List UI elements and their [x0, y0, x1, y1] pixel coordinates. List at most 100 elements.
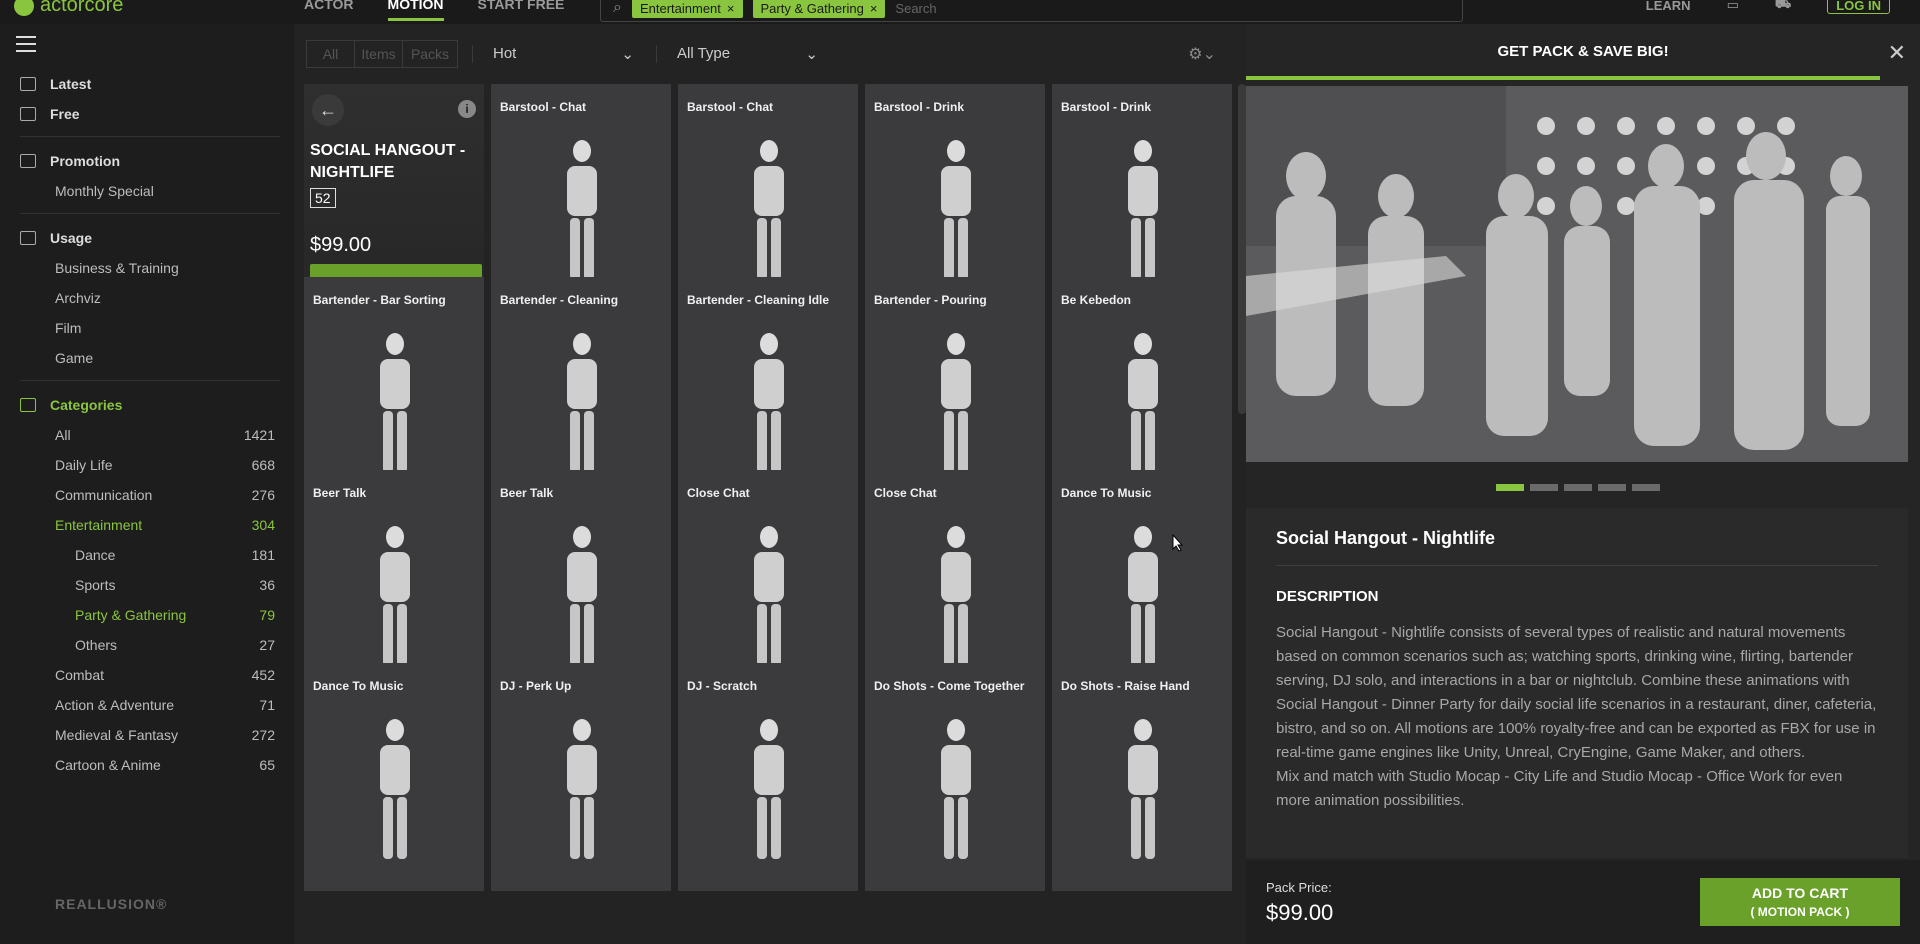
pack-price: $99.00 — [310, 234, 372, 256]
info-icon[interactable]: i — [458, 100, 476, 118]
motion-tile-name: Dance To Music — [1061, 486, 1152, 500]
category-cartoon[interactable]: Cartoon & Anime 65 — [55, 757, 275, 773]
sidebar-item-archviz[interactable]: Archviz — [55, 290, 275, 306]
category-label: Cartoon & Anime — [55, 757, 161, 773]
category-medieval[interactable]: Medieval & Fantasy 272 — [55, 727, 275, 743]
motion-tile-name: Bartender - Pouring — [874, 293, 987, 307]
category-combat[interactable]: Combat 452 — [55, 667, 275, 683]
category-party-gathering[interactable]: Party & Gathering 79 — [75, 607, 275, 623]
motion-tile-name: Do Shots - Come Together — [874, 679, 1025, 693]
carousel-dot[interactable] — [1564, 484, 1592, 491]
cart-icon[interactable]: ⛟ — [1775, 0, 1791, 14]
nav-learn[interactable]: LEARN — [1646, 0, 1691, 13]
chevron-down-icon: ⌄ — [805, 46, 818, 63]
back-arrow-icon[interactable]: ← — [312, 94, 344, 126]
divider — [20, 380, 280, 381]
category-label: Medieval & Fantasy — [55, 727, 178, 743]
motion-tile-name: Beer Talk — [500, 486, 554, 500]
carousel-dot[interactable] — [1496, 484, 1524, 491]
sidebar-item-monthly-special[interactable]: Monthly Special — [55, 183, 275, 199]
seg-packs[interactable]: Packs — [403, 41, 457, 67]
sidebar-item-label: Categories — [50, 397, 123, 413]
preview-image[interactable] — [1246, 86, 1908, 462]
sort-select[interactable]: Hot ⌄ — [472, 45, 642, 63]
sidebar-item-categories[interactable]: Categories — [20, 397, 122, 413]
motion-tile-name: Bartender - Cleaning Idle — [687, 293, 830, 307]
motion-tile[interactable]: DJ - Perk Up — [491, 663, 671, 891]
sidebar-item-latest[interactable]: Latest — [20, 76, 91, 92]
scrollbar[interactable] — [1238, 84, 1246, 414]
mannequin-figure — [744, 526, 794, 676]
sidebar-item-business[interactable]: Business & Training — [55, 260, 275, 276]
category-count: 71 — [259, 697, 275, 713]
close-icon[interactable]: ✕ — [1888, 40, 1906, 66]
carousel-dot[interactable] — [1632, 484, 1660, 491]
pack-price-value: $99.00 — [1266, 900, 1334, 925]
mannequin-figure — [557, 140, 607, 290]
search-box[interactable]: ⌕ Entertainment × Party & Gathering × Sear… — [600, 0, 1463, 22]
motion-tile[interactable]: Do Shots - Come Together — [865, 663, 1045, 891]
category-daily-life[interactable]: Daily Life 668 — [55, 457, 275, 473]
nav-motion[interactable]: MOTION — [387, 0, 444, 21]
megaphone-icon — [20, 154, 36, 168]
right-nav: LEARN ▭ ⛟ LOG IN — [1646, 0, 1890, 14]
pack-title: SOCIAL HANGOUT - NIGHTLIFE — [310, 142, 466, 181]
divider — [20, 213, 280, 214]
sort-value: Hot — [493, 45, 517, 62]
motion-tile-name: Beer Talk — [313, 486, 367, 500]
seg-items[interactable]: Items — [355, 41, 403, 67]
category-others[interactable]: Others 27 — [75, 637, 275, 653]
category-all[interactable]: All 1421 — [55, 427, 275, 443]
category-entertainment[interactable]: Entertainment 304 — [55, 517, 275, 533]
nav-start-free[interactable]: START FREE — [478, 0, 565, 21]
mannequin-figure — [370, 333, 420, 483]
carousel-dot[interactable] — [1598, 484, 1626, 491]
category-action[interactable]: Action & Adventure 71 — [55, 697, 275, 713]
category-dance[interactable]: Dance 181 — [75, 547, 275, 563]
seg-all[interactable]: All — [307, 41, 355, 67]
hamburger-icon[interactable] — [16, 36, 36, 57]
motion-tile[interactable]: Do Shots - Raise Hand — [1052, 663, 1232, 891]
category-sports[interactable]: Sports 36 — [75, 577, 275, 593]
sidebar-item-label: Promotion — [50, 153, 120, 169]
category-label: All — [55, 427, 71, 443]
motion-tile[interactable]: DJ - Scratch — [678, 663, 858, 891]
sidebar-item-promotion[interactable]: Promotion — [20, 153, 120, 169]
mannequin-figure — [931, 333, 981, 483]
mannequin-figure — [1118, 526, 1168, 676]
login-button[interactable]: LOG IN — [1827, 0, 1890, 14]
category-count: 79 — [259, 607, 275, 623]
motion-tile-name: Barstool - Drink — [874, 100, 965, 114]
filter-chip-entertainment[interactable]: Entertainment × — [631, 0, 743, 18]
sidebar-item-usage[interactable]: Usage — [20, 230, 92, 246]
gear-icon[interactable]: ⚙⌄ — [1188, 44, 1216, 64]
close-icon[interactable]: × — [727, 1, 735, 16]
mannequin-figure — [744, 719, 794, 869]
logo[interactable]: actorcore — [14, 0, 123, 17]
category-label: Party & Gathering — [75, 607, 187, 623]
carousel-dot[interactable] — [1530, 484, 1558, 491]
mouse-cursor-icon — [1172, 534, 1184, 552]
category-label: Daily Life — [55, 457, 113, 473]
motion-tile-name: Barstool - Chat — [500, 100, 587, 114]
sidebar-item-label: Latest — [50, 76, 92, 92]
sidebar-item-game[interactable]: Game — [55, 350, 275, 366]
sidebar-item-film[interactable]: Film — [55, 320, 275, 336]
carousel-dots — [1496, 484, 1660, 491]
add-to-cart-motion-pack-button[interactable]: ADD TO CART ( MOTION PACK ) — [1700, 878, 1900, 926]
search-input[interactable]: Search — [895, 1, 936, 16]
type-select[interactable]: All Type ⌄ — [656, 45, 826, 63]
motion-tile-name: Barstool - Drink — [1061, 100, 1152, 114]
category-count: 36 — [259, 577, 275, 593]
chat-icon[interactable]: ▭ — [1727, 0, 1739, 13]
filter-chip-party[interactable]: Party & Gathering × — [752, 0, 886, 18]
category-count: 1421 — [243, 427, 275, 443]
category-communication[interactable]: Communication 276 — [55, 487, 275, 503]
top-nav: ACTOR MOTION START FREE — [304, 0, 564, 21]
close-icon[interactable]: × — [870, 1, 878, 16]
sidebar-item-label: Business & Training — [55, 260, 179, 276]
motion-tile[interactable]: Dance To Music — [304, 663, 484, 891]
nav-actor[interactable]: ACTOR — [304, 0, 354, 21]
type-segment: All Items Packs — [306, 40, 458, 68]
sidebar-item-free[interactable]: Free — [20, 106, 80, 122]
